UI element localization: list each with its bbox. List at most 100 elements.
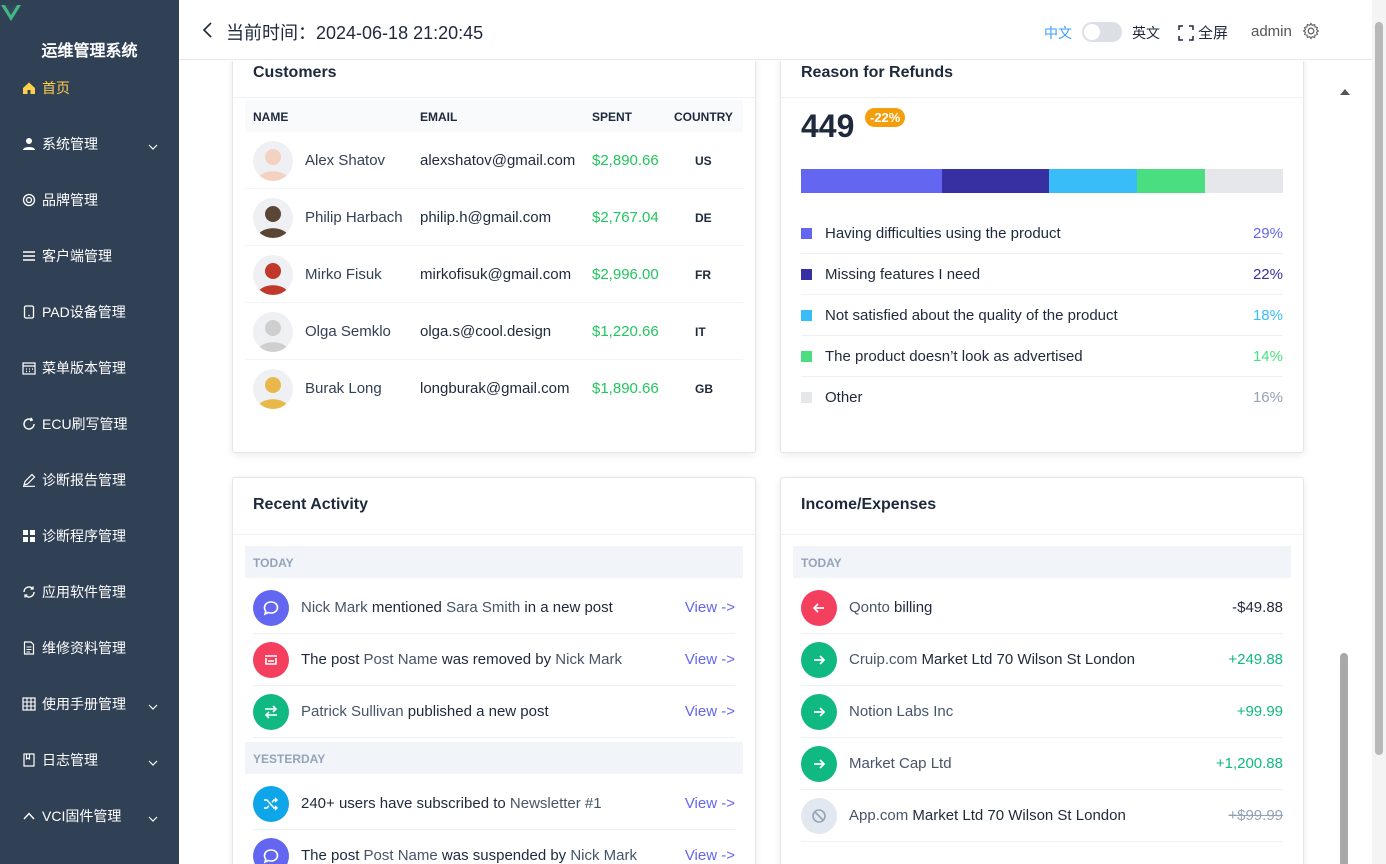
sidebar-item-label: 诊断报告管理 (42, 472, 126, 488)
sidebar-item-refresh[interactable]: ECU刷写管理 (0, 396, 179, 452)
refund-reason-row: The product doesn’t look as advertised 14… (801, 336, 1283, 377)
activity-link[interactable]: Sara Smith (446, 599, 520, 616)
activity-link[interactable]: Nick Mark (570, 847, 637, 864)
lang-zh-label[interactable]: 中文 (1044, 23, 1072, 43)
table-row[interactable]: Alex Shatov alexshatov@gmail.com $2,890.66… (245, 132, 743, 189)
header: 当前时间：2024-06-18 21:20:45 中文 英文 全屏 admin (179, 0, 1372, 60)
avatar (253, 255, 293, 295)
app-title: 运维管理系统 (41, 43, 138, 60)
arrow-right-icon (801, 642, 837, 678)
col-spent: SPENT (592, 110, 633, 124)
transaction-row: App.com Market Ltd 70 Wilson St London +$… (801, 790, 1283, 842)
sidebar-item-document[interactable]: 维修资料管理 (0, 620, 179, 676)
activity-text: 240+ users have subscribed to Newsletter… (301, 795, 602, 812)
language-toggle[interactable] (1082, 22, 1122, 42)
sidebar-item-label: 诊断程序管理 (42, 528, 126, 544)
sidebar-item-label: 日志管理 (42, 752, 98, 768)
activity-link[interactable]: Nick Mark (301, 599, 368, 616)
refund-reason-row: Having difficulties using the product 29% (801, 213, 1283, 254)
sidebar-menu: 首页系统管理品牌管理 客户端管理 PAD设备管理菜单版本管理 ECU刷写管理 诊断报告管… (0, 60, 179, 844)
sidebar-item-home[interactable]: 首页 (0, 60, 179, 116)
sidebar: 运维管理系统 首页系统管理品牌管理 客户端管理 PAD设备管理菜单版本管理 ECU刷写… (0, 0, 179, 864)
customer-spent: $2,996.00 (592, 266, 659, 283)
sidebar-item-label: ECU刷写管理 (42, 416, 128, 432)
chevron-up-icon (21, 808, 37, 824)
activity-link[interactable]: Post Name (364, 847, 438, 864)
income-expenses-card: Income/Expenses TODAY Qonto billing -$49.8… (780, 477, 1304, 864)
section-yesterday: YESTERDAY (245, 742, 743, 774)
chevron-down-icon[interactable] (148, 139, 158, 155)
sidebar-item-brand[interactable]: 品牌管理 (0, 172, 179, 228)
sidebar-item-calendar[interactable]: 菜单版本管理 (0, 340, 179, 396)
activity-text: Patrick Sullivan published a new post (301, 703, 549, 720)
refund-total: 449 (801, 108, 855, 144)
customer-spent: $2,767.04 (592, 209, 659, 226)
content-scrollbar[interactable] (1337, 61, 1350, 864)
page-scrollbar[interactable] (1372, 0, 1386, 864)
user-icon (21, 136, 37, 152)
transaction-name[interactable]: Cruip.com (849, 651, 917, 668)
page-scrollbar-thumb[interactable] (1375, 22, 1383, 755)
view-link[interactable]: View -> (685, 599, 735, 616)
sidebar-item-pen[interactable]: 诊断报告管理 (0, 452, 179, 508)
activity-link[interactable]: Patrick Sullivan (301, 703, 404, 720)
sidebar-item-label: 系统管理 (42, 136, 98, 152)
lang-en-label[interactable]: 英文 (1132, 23, 1160, 43)
view-link[interactable]: View -> (685, 847, 735, 864)
chevron-down-icon[interactable] (148, 755, 158, 771)
sidebar-item-chevron-up[interactable]: VCI固件管理 (0, 788, 179, 844)
activity-text: Nick Mark mentioned Sara Smith in a new … (301, 599, 613, 616)
activity-item: 240+ users have subscribed to Newsletter… (253, 778, 735, 830)
transaction-name[interactable]: Market Cap Ltd (849, 755, 952, 772)
table-row[interactable]: Philip Harbach philip.h@gmail.com $2,767.0… (245, 189, 743, 246)
fullscreen-button[interactable]: 全屏 (1178, 22, 1228, 43)
transaction-name[interactable]: Notion Labs Inc (849, 703, 953, 720)
arrow-right-icon (801, 746, 837, 782)
view-link[interactable]: View -> (685, 703, 735, 720)
sidebar-item-user[interactable]: 系统管理 (0, 116, 179, 172)
transaction-row: Cruip.com Market Ltd 70 Wilson St London… (801, 634, 1283, 686)
activity-link[interactable]: Post Name (364, 651, 438, 668)
refund-stacked-bar (801, 169, 1283, 193)
table-row[interactable]: Olga Semklo olga.s@cool.design $1,220.66 IT (245, 303, 743, 360)
chevron-down-icon[interactable] (148, 811, 158, 827)
col-name: NAME (253, 110, 289, 124)
customer-email: longburak@gmail.com (420, 380, 570, 397)
view-link[interactable]: View -> (685, 795, 735, 812)
customer-country: IT (695, 325, 706, 339)
sidebar-item-grid[interactable]: 诊断程序管理 (0, 508, 179, 564)
fullscreen-icon (1178, 24, 1194, 41)
legend-swatch (801, 310, 812, 321)
scroll-up-icon[interactable] (1340, 89, 1350, 95)
transaction-name[interactable]: App.com (849, 807, 908, 824)
activity-item: The post Post Name was suspended by Nick… (253, 830, 735, 864)
card-title: Recent Activity (253, 496, 368, 513)
activity-fragment: was suspended by (437, 847, 571, 864)
card-title: Reason for Refunds (801, 64, 954, 81)
sidebar-item-list[interactable]: 客户端管理 (0, 228, 179, 284)
change-badge: -22% (865, 108, 906, 127)
activity-text: The post Post Name was removed by Nick M… (301, 651, 622, 668)
sidebar-item-log[interactable]: 日志管理 (0, 732, 179, 788)
refresh-icon (21, 416, 37, 432)
transaction-name[interactable]: Qonto (849, 599, 890, 616)
avatar (253, 312, 293, 352)
user-name[interactable]: admin (1251, 23, 1292, 40)
activity-link[interactable]: Nick Mark (555, 651, 622, 668)
table-row[interactable]: Mirko Fisuk mirkofisuk@gmail.com $2,996.00… (245, 246, 743, 303)
activity-link[interactable]: Newsletter #1 (510, 795, 602, 812)
back-icon[interactable] (202, 21, 214, 39)
sidebar-item-label: VCI固件管理 (42, 808, 122, 824)
chat-icon (253, 838, 289, 864)
content-scrollbar-thumb[interactable] (1340, 653, 1348, 864)
activity-fragment: The post (301, 847, 364, 864)
sidebar-item-label: PAD设备管理 (42, 304, 126, 320)
sidebar-item-table[interactable]: 使用手册管理 (0, 676, 179, 732)
sidebar-item-sync[interactable]: 应用软件管理 (0, 564, 179, 620)
sidebar-item-tablet[interactable]: PAD设备管理 (0, 284, 179, 340)
table-row[interactable]: Burak Long longburak@gmail.com $1,890.66 GB (245, 360, 743, 417)
tablet-icon (21, 304, 37, 320)
gear-icon[interactable] (1302, 22, 1320, 40)
view-link[interactable]: View -> (685, 651, 735, 668)
chevron-down-icon[interactable] (148, 699, 158, 715)
